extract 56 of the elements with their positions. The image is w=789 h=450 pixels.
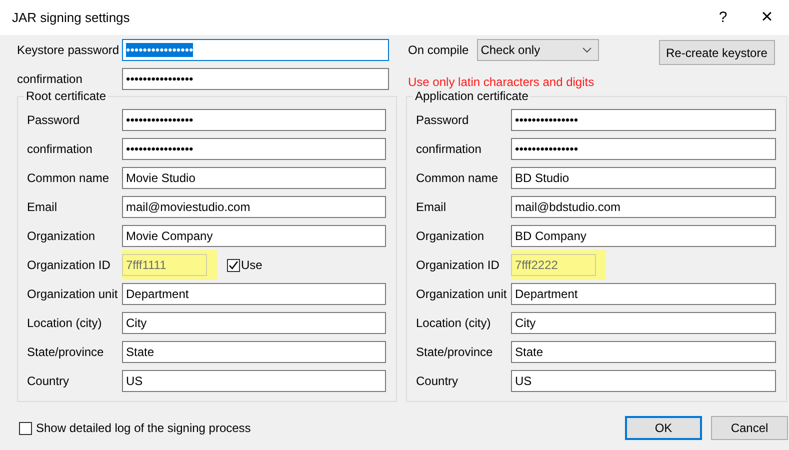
- ok-button[interactable]: OK: [625, 416, 702, 440]
- field-label: State/province: [416, 345, 494, 359]
- group-title: Root certificate: [24, 89, 108, 103]
- field-label: Password: [416, 113, 470, 127]
- field-label: Common name: [27, 171, 110, 185]
- input-field[interactable]: US: [511, 370, 776, 392]
- input-field[interactable]: •••••••••••••••: [511, 138, 776, 160]
- input-field[interactable]: US: [122, 370, 386, 392]
- group-title: Application certificate: [413, 89, 530, 103]
- cancel-button[interactable]: Cancel: [711, 416, 788, 440]
- field-label: Organization ID: [416, 258, 500, 272]
- field-label: Organization ID: [27, 258, 112, 272]
- field-label: confirmation: [416, 142, 482, 156]
- field-label: Country: [27, 374, 70, 388]
- input-field[interactable]: mail@moviestudio.com: [122, 196, 386, 218]
- field-label: Password: [27, 113, 81, 127]
- field-label: confirmation: [17, 72, 84, 86]
- checkbox[interactable]: Show detailed log of the signing process: [19, 421, 625, 435]
- input-field[interactable]: •••••••••••••••: [511, 109, 776, 131]
- check-icon: [228, 260, 239, 270]
- field-label: Common name: [416, 171, 500, 185]
- field-label: Location (city): [416, 316, 492, 330]
- input-field[interactable]: ••••••••••••••••: [122, 39, 389, 61]
- recreate-keystore-button[interactable]: Re-create keystore: [658, 40, 775, 65]
- help-button[interactable]: ?: [701, 9, 745, 26]
- field-label: Organization unit: [27, 287, 119, 301]
- input-field[interactable]: BD Company: [511, 225, 776, 247]
- field-label: On compile: [408, 43, 469, 57]
- input-field[interactable]: Movie Company: [122, 225, 386, 247]
- input-field[interactable]: City: [511, 312, 776, 334]
- input-field[interactable]: Department: [511, 283, 776, 305]
- dropdown[interactable]: Check only: [476, 39, 599, 61]
- input-field[interactable]: BD Studio: [511, 167, 776, 189]
- field-label: Email: [27, 200, 58, 214]
- input-field[interactable]: City: [122, 312, 386, 334]
- input-field[interactable]: Department: [122, 283, 386, 305]
- input-field[interactable]: ••••••••••••••••: [122, 138, 386, 160]
- input-field[interactable]: ••••••••••••••••: [122, 109, 386, 131]
- field-label: Organization: [416, 229, 486, 243]
- input-field[interactable]: mail@bdstudio.com: [511, 196, 776, 218]
- input-field[interactable]: State: [511, 341, 776, 363]
- input-field[interactable]: ••••••••••••••••: [122, 68, 389, 90]
- window-title: JAR signing settings: [12, 10, 131, 25]
- field-label: Email: [416, 200, 448, 214]
- chevron-icon: [582, 47, 592, 53]
- close-button[interactable]: ×: [745, 6, 789, 29]
- input-field[interactable]: Movie Studio: [122, 167, 386, 189]
- warning-text: Use only latin characters and digits: [408, 75, 596, 89]
- field-label: Keystore password: [17, 43, 120, 57]
- field-label: Organization unit: [416, 287, 508, 301]
- field-label: confirmation: [27, 142, 94, 156]
- input-field[interactable]: State: [122, 341, 386, 363]
- field-label: Country: [416, 374, 460, 388]
- field-label: Organization: [27, 229, 96, 243]
- field-label: State/province: [27, 345, 105, 359]
- field-label: Location (city): [27, 316, 103, 330]
